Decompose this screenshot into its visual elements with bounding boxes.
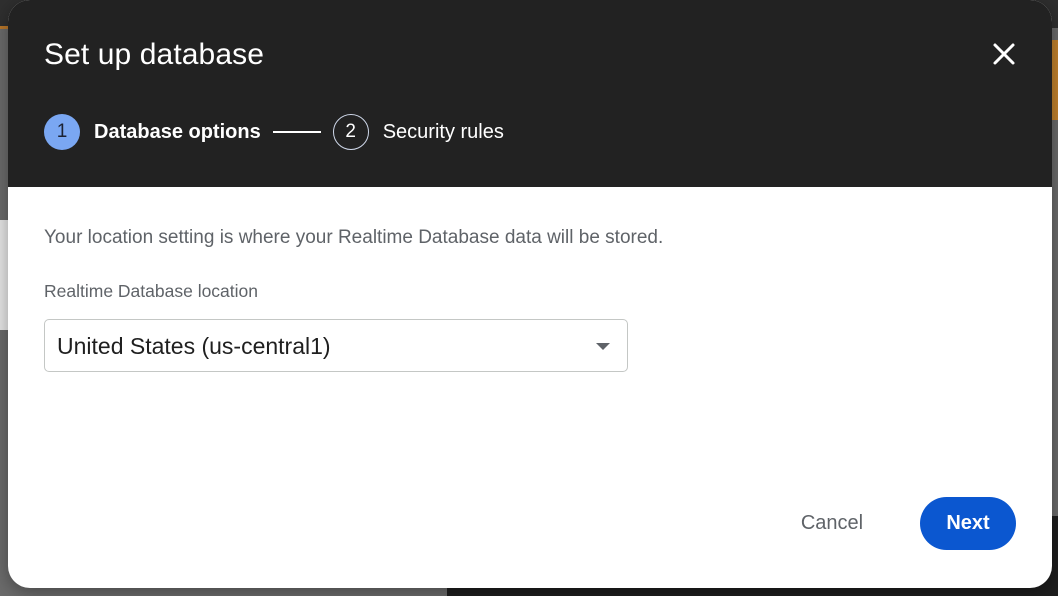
dialog-title: Set up database	[44, 38, 265, 71]
setup-database-dialog: Set up database 1 Database options 2 Sec…	[8, 0, 1052, 588]
dialog-body: Your location setting is where your Real…	[8, 187, 1052, 588]
stepper: 1 Database options 2 Security rules	[44, 113, 504, 151]
cancel-button[interactable]: Cancel	[780, 497, 884, 549]
location-description: Your location setting is where your Real…	[44, 227, 664, 248]
location-select-value: United States (us-central1)	[57, 333, 331, 359]
next-button[interactable]: Next	[920, 497, 1016, 550]
dropdown-arrow-icon	[596, 343, 610, 350]
location-field-label: Realtime Database location	[44, 281, 259, 301]
step-connector	[272, 131, 321, 133]
step-2-number[interactable]: 2	[332, 114, 369, 150]
step-1-number[interactable]: 1	[44, 114, 80, 150]
location-select[interactable]: United States (us-central1)	[44, 319, 628, 372]
dialog-header: Set up database 1 Database options 2 Sec…	[8, 0, 1052, 187]
close-button[interactable]	[986, 36, 1022, 72]
close-icon	[993, 43, 1015, 65]
step-2-label[interactable]: Security rules	[383, 121, 504, 144]
step-1-label[interactable]: Database options	[94, 121, 261, 144]
